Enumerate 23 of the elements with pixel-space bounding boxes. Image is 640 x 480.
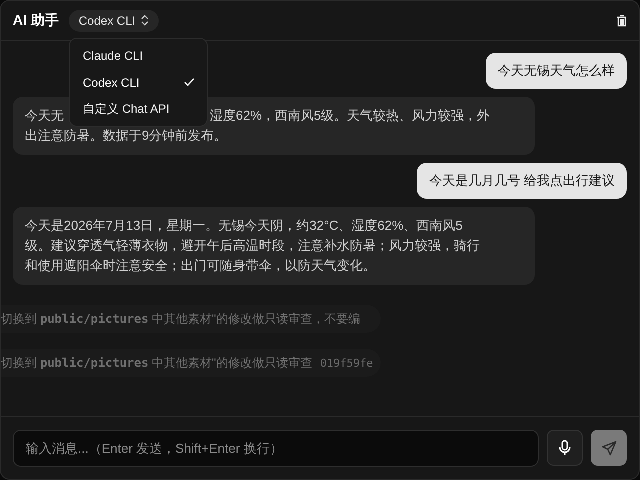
send-icon — [602, 440, 616, 456]
menu-item[interactable]: Codex CLI — [70, 69, 207, 96]
assistant-message: 今天是2026年7月13日，星期一。无锡今天阴，约32°C、湿度62%、西南风5 级。建议穿透气轻薄衣物，避开午后高温时段，注意补水防暑；风力较强，骑行 和使用遮阳伞时注意安全；出门可随身带伞，以防天气变化。 — [13, 207, 535, 285]
user-message: 今天无锡天气怎么样 — [486, 53, 627, 89]
menu-item[interactable]: 自定义 Chat API — [70, 96, 207, 123]
send-button[interactable] — [591, 430, 627, 466]
chevron-updown-icon — [140, 15, 149, 26]
assistant-message-text: 出注意防暑。数据于9分钟前发布。 — [25, 127, 228, 145]
user-message: 今天是几月几号 给我点出行建议 — [417, 163, 627, 199]
assistant-message-text: 今天无 — [25, 107, 64, 125]
message-id-label: 019f59fe — [320, 356, 374, 370]
assistant-message-text: 湿度62%，西南风5级。天气较热、风力较强，外 — [210, 107, 490, 125]
microphone-icon — [559, 440, 571, 456]
menu-item[interactable]: Claude CLI — [70, 42, 207, 69]
model-select[interactable]: Codex CLI — [68, 10, 159, 32]
microphone-button[interactable] — [547, 430, 583, 466]
check-icon — [184, 78, 195, 87]
message-input[interactable]: 输入消息...（Enter 发送，Shift+Enter 换行） — [13, 430, 539, 466]
trash-icon — [617, 14, 627, 26]
app-title: AI 助手 — [13, 12, 59, 30]
delete-button[interactable] — [617, 14, 627, 26]
faded-message-text: 切换到 public/pictures 中其他素材"的修改做只读审查 — [1, 354, 312, 372]
faded-message-text: 切换到 public/pictures 中其他素材"的修改做只读审查，不要编 — [1, 310, 360, 328]
